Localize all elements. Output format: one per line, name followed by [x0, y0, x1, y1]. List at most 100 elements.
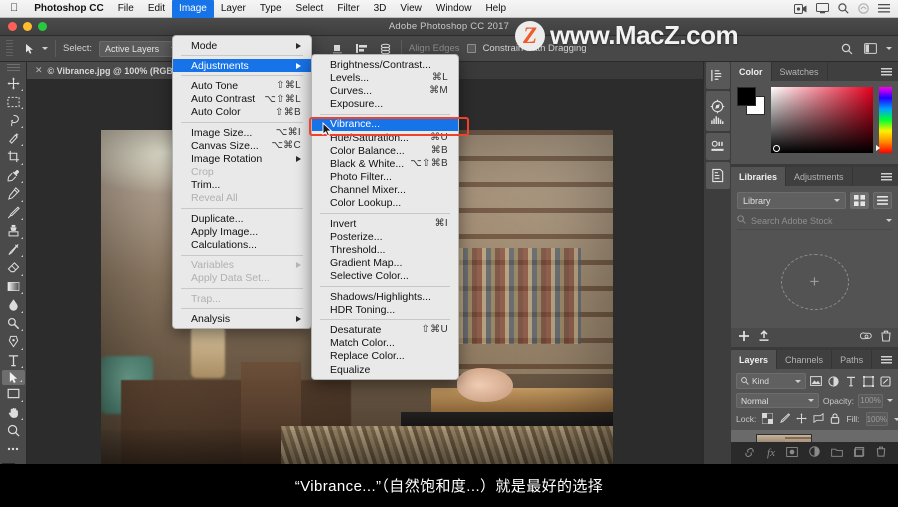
- plus-icon[interactable]: +: [780, 254, 849, 310]
- menu-item-replace-color[interactable]: Replace Color...: [312, 350, 458, 363]
- eraser-tool[interactable]: [2, 259, 25, 277]
- rectangular-marquee-tool[interactable]: [2, 92, 25, 110]
- lock-position-icon[interactable]: [796, 412, 807, 426]
- menu-item-match-color[interactable]: Match Color...: [312, 337, 458, 350]
- menubar-item-3d[interactable]: 3D: [367, 0, 394, 18]
- list-view-icon[interactable]: [873, 192, 892, 209]
- opacity-value[interactable]: 100%: [858, 393, 883, 408]
- menubar-item-select[interactable]: Select: [289, 0, 331, 18]
- sync-icon[interactable]: [859, 329, 873, 347]
- navigator-icon[interactable]: [705, 91, 730, 131]
- clone-stamp-tool[interactable]: [2, 222, 25, 240]
- menu-item-auto-tone[interactable]: Auto Tone ⇧⌘L: [173, 79, 311, 92]
- crop-tool[interactable]: [2, 148, 25, 166]
- link-layers-icon[interactable]: [743, 444, 756, 462]
- menu-item-hdr-toning[interactable]: HDR Toning...: [312, 303, 458, 316]
- new-layer-icon[interactable]: [854, 444, 865, 462]
- menu-item-invert[interactable]: Invert ⌘I: [312, 217, 458, 230]
- tools-panel-grip[interactable]: [6, 64, 20, 71]
- menu-item-exposure[interactable]: Exposure...: [312, 98, 458, 111]
- filter-shape-icon[interactable]: [861, 374, 875, 389]
- blend-mode-select[interactable]: Normal: [736, 393, 819, 408]
- menubar-item-type[interactable]: Type: [253, 0, 289, 18]
- menu-item-vibrance[interactable]: Vibrance...: [312, 117, 458, 131]
- menu-item-brightness-contrast[interactable]: Brightness/Contrast...: [312, 58, 458, 71]
- menubar-item-image[interactable]: Image: [172, 0, 214, 18]
- hue-slider-marker[interactable]: [876, 145, 880, 151]
- menu-item-selective-color[interactable]: Selective Color...: [312, 270, 458, 283]
- gradient-tool[interactable]: [2, 277, 25, 295]
- tab-layers[interactable]: Layers: [731, 350, 778, 369]
- document-tab[interactable]: ✕ © Vibrance.jpg @ 100% (RGB/8): [27, 62, 193, 79]
- lock-all-icon[interactable]: [830, 412, 840, 426]
- tab-libraries[interactable]: Libraries: [731, 167, 787, 186]
- menu-item-equalize[interactable]: Equalize: [312, 363, 458, 376]
- delete-icon[interactable]: [881, 329, 891, 347]
- library-select[interactable]: Library: [737, 192, 846, 209]
- lasso-tool[interactable]: [2, 111, 25, 129]
- menu-item-canvas-size[interactable]: Canvas Size... ⌥⌘C: [173, 139, 311, 152]
- eyedropper-tool[interactable]: [2, 166, 25, 184]
- color-field[interactable]: [771, 87, 873, 153]
- panel-menu-icon[interactable]: [881, 62, 898, 81]
- panel-menu-icon[interactable]: [881, 350, 898, 369]
- chevron-down-icon[interactable]: [894, 417, 898, 421]
- color-swatches[interactable]: [737, 87, 765, 115]
- library-drop-zone[interactable]: +: [731, 236, 898, 328]
- history-icon[interactable]: [705, 62, 730, 89]
- lock-image-icon[interactable]: [779, 412, 791, 426]
- menubar-item-view[interactable]: View: [393, 0, 429, 18]
- filter-pixel-icon[interactable]: [809, 374, 823, 389]
- tab-channels[interactable]: Channels: [777, 350, 833, 369]
- grid-view-icon[interactable]: [850, 192, 869, 209]
- menu-item-channel-mixer[interactable]: Channel Mixer...: [312, 184, 458, 197]
- search-input[interactable]: Search Adobe Stock: [751, 216, 833, 226]
- menu-item-desaturate[interactable]: Desaturate ⇧⌘U: [312, 323, 458, 336]
- apple-logo-icon[interactable]: : [0, 3, 27, 14]
- path-selection-tool[interactable]: [1, 369, 25, 385]
- adjustments-submenu[interactable]: Brightness/Contrast... Levels... ⌘L Curve…: [311, 54, 459, 381]
- tab-adjustments[interactable]: Adjustments: [786, 167, 853, 186]
- menubar-item-window[interactable]: Window: [429, 0, 479, 18]
- new-group-icon[interactable]: [831, 444, 843, 462]
- menu-item-photo-filter[interactable]: Photo Filter...: [312, 171, 458, 184]
- adobe-stock-search[interactable]: Search Adobe Stock: [737, 214, 892, 230]
- menubar-item-edit[interactable]: Edit: [141, 0, 172, 18]
- filter-adjustment-icon[interactable]: [826, 374, 840, 389]
- brush-tool[interactable]: [2, 203, 25, 221]
- move-tool[interactable]: [2, 74, 25, 92]
- menu-item-threshold[interactable]: Threshold...: [312, 243, 458, 256]
- workspace-icon[interactable]: [862, 40, 879, 57]
- actions-icon[interactable]: [705, 162, 730, 189]
- dodge-tool[interactable]: [2, 314, 25, 332]
- display-icon[interactable]: [816, 3, 829, 14]
- menu-item-shadows-highlights[interactable]: Shadows/Highlights...: [312, 290, 458, 303]
- menu-item-auto-color[interactable]: Auto Color ⇧⌘B: [173, 106, 311, 119]
- menu-item-mode[interactable]: Mode: [173, 39, 311, 52]
- menu-item-calculations[interactable]: Calculations...: [173, 238, 311, 251]
- hand-tool[interactable]: [2, 403, 25, 421]
- menubar-item-layer[interactable]: Layer: [214, 0, 253, 18]
- menu-item-duplicate[interactable]: Duplicate...: [173, 212, 311, 225]
- layer-style-icon[interactable]: fx: [767, 447, 775, 459]
- add-element-icon[interactable]: [738, 329, 750, 347]
- quick-selection-tool[interactable]: [2, 129, 25, 147]
- upload-icon[interactable]: [758, 329, 770, 347]
- filter-type-icon[interactable]: [844, 374, 858, 389]
- blur-tool[interactable]: [2, 296, 25, 314]
- spotlight-search-icon[interactable]: [838, 3, 849, 14]
- image-menu-dropdown[interactable]: Mode Adjustments Auto Tone ⇧⌘L Auto Contr…: [172, 35, 312, 330]
- panel-menu-icon[interactable]: [881, 167, 898, 186]
- search-icon[interactable]: [838, 40, 855, 57]
- menubar-item-help[interactable]: Help: [478, 0, 513, 18]
- screen-record-icon[interactable]: [794, 3, 807, 14]
- menubar-item-photoshop-cc[interactable]: Photoshop CC: [27, 0, 110, 18]
- zoom-tool[interactable]: [2, 422, 25, 440]
- menu-item-color-lookup[interactable]: Color Lookup...: [312, 197, 458, 210]
- properties-icon[interactable]: [705, 133, 730, 160]
- lock-transparency-icon[interactable]: [761, 412, 774, 426]
- options-bar-grip[interactable]: [6, 39, 13, 58]
- filter-smart-icon[interactable]: [879, 374, 893, 389]
- chevron-down-icon[interactable]: [886, 47, 892, 50]
- menu-item-analysis[interactable]: Analysis: [173, 312, 311, 325]
